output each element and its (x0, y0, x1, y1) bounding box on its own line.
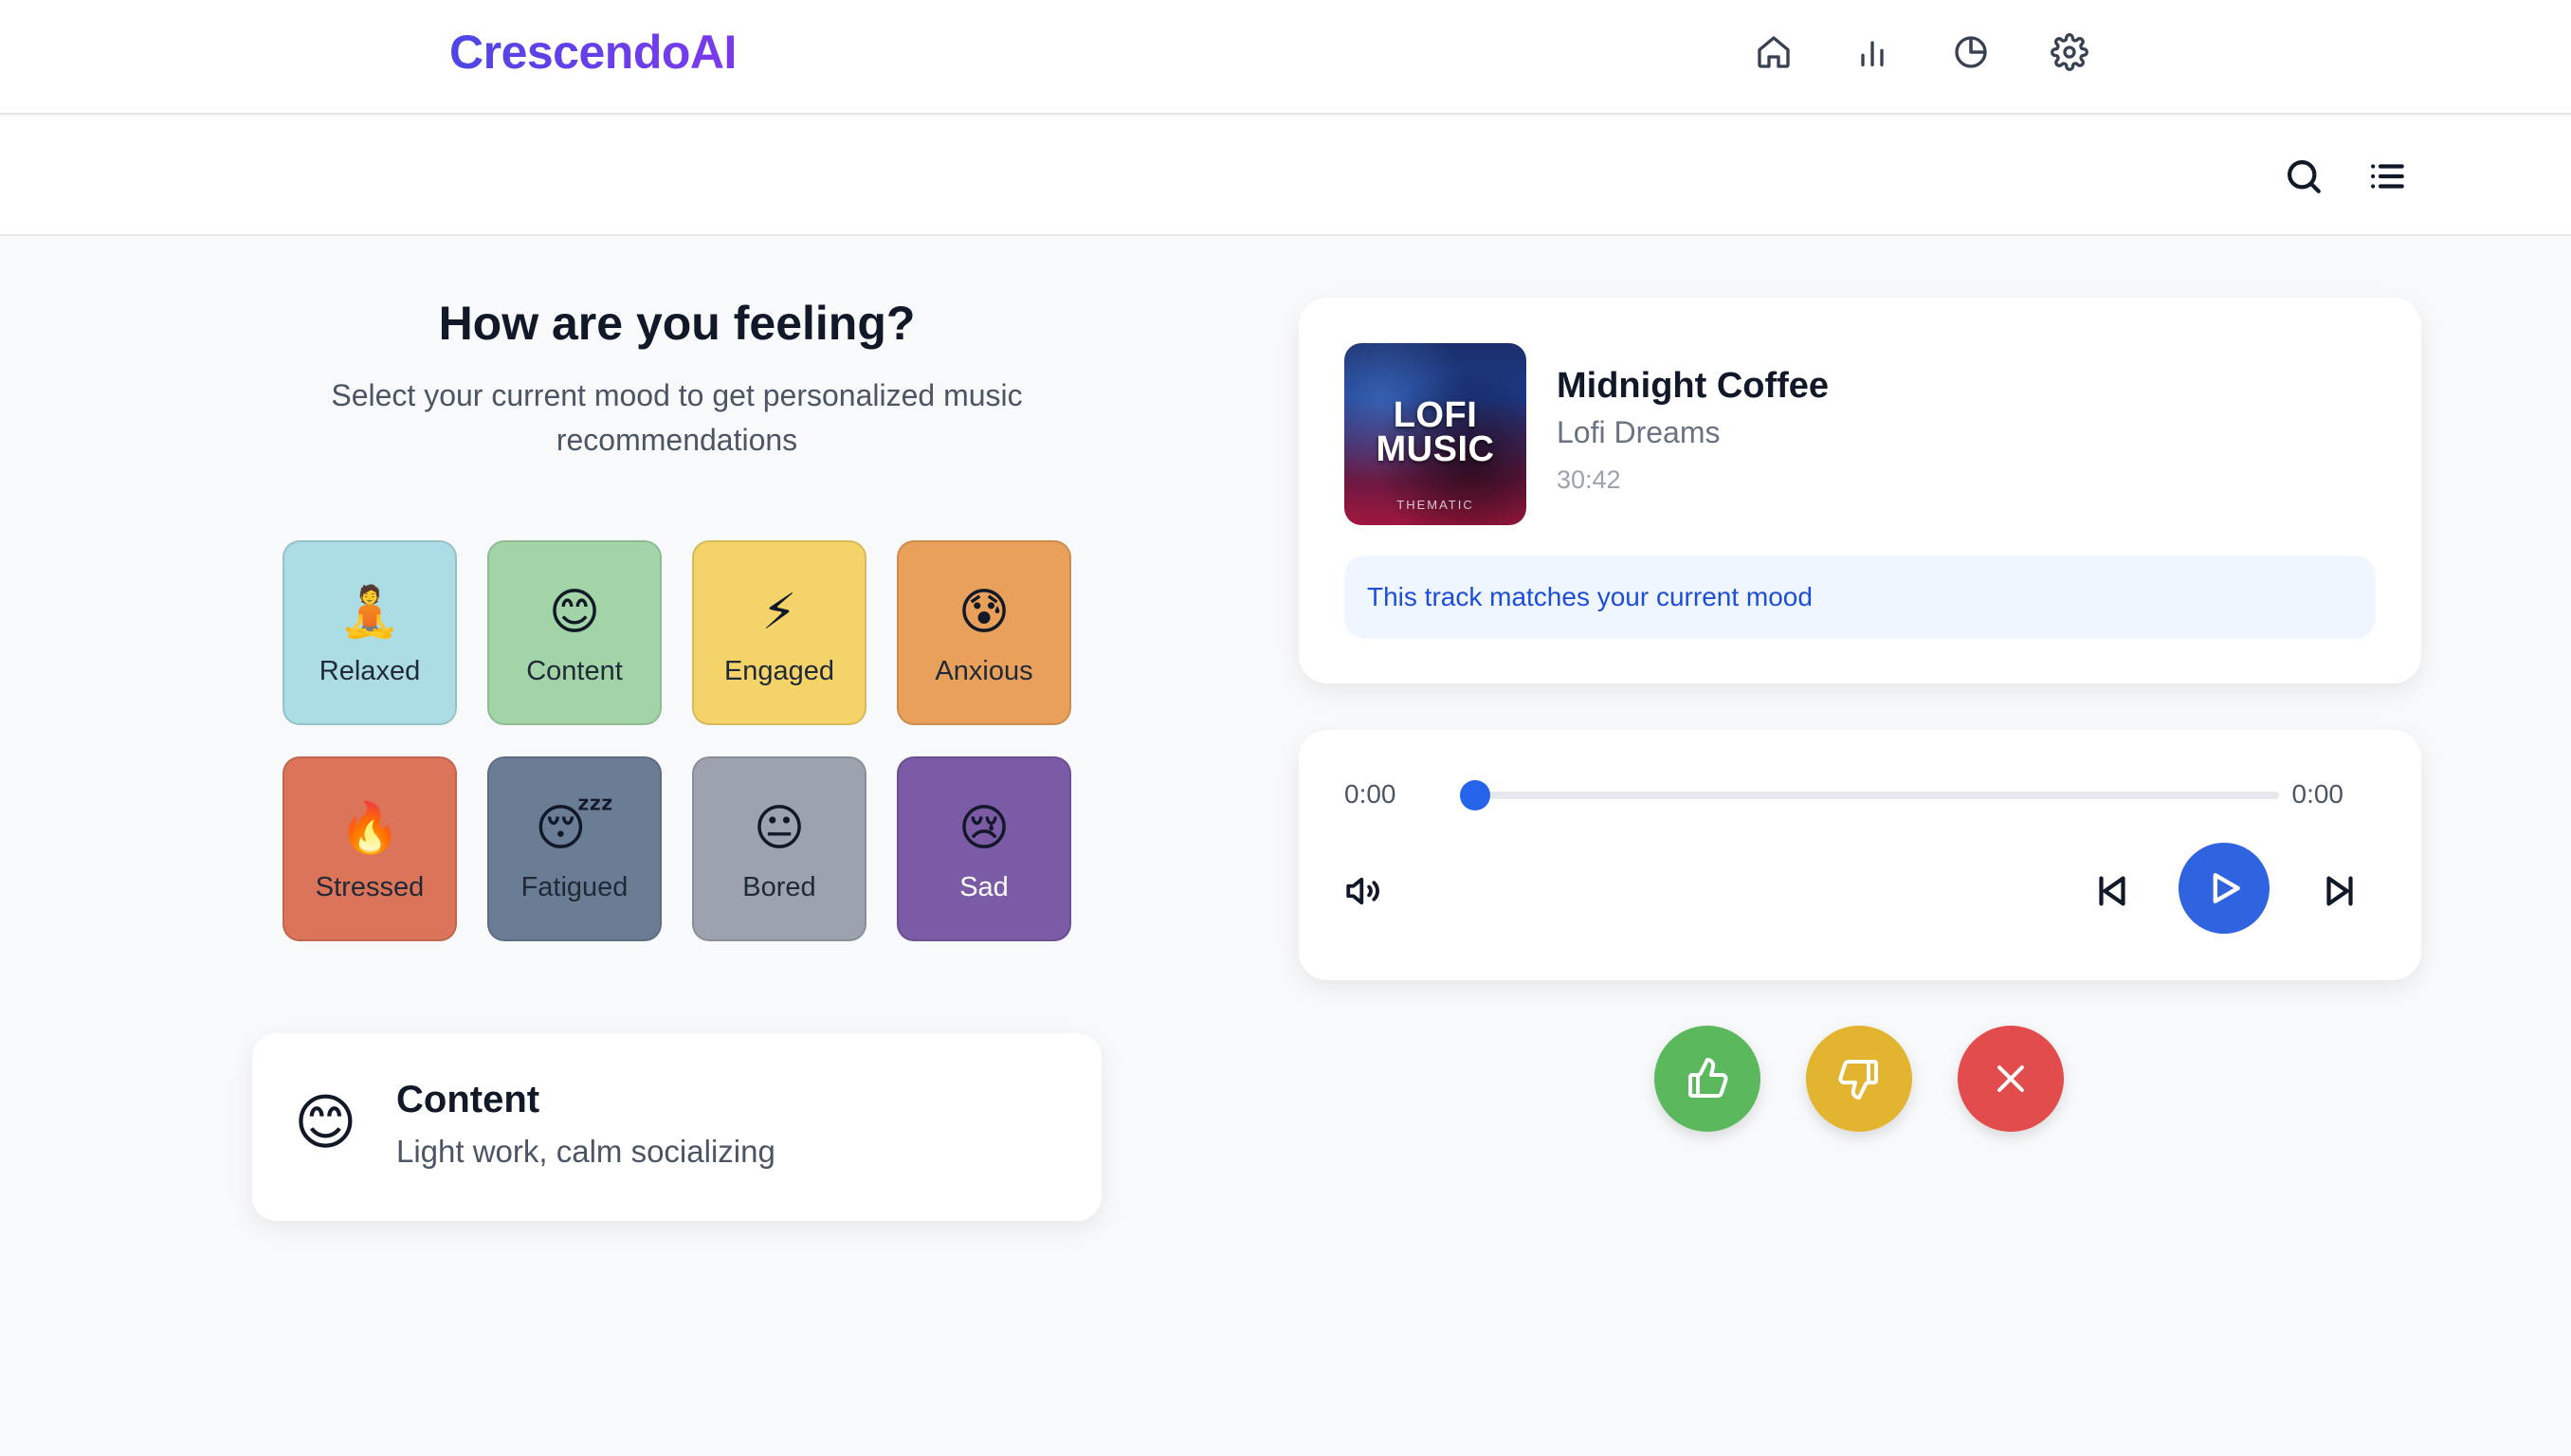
next-track-button[interactable] (2313, 864, 2366, 918)
top-nav-bar: CrescendoAI (0, 0, 2571, 115)
mood-tile-relaxed[interactable]: 🧘 Relaxed (283, 540, 457, 725)
track-artist: Lofi Dreams (1557, 415, 1721, 449)
mood-label: Fatigued (520, 872, 629, 902)
mood-tile-fatigued[interactable]: 😴 Fatigued (487, 756, 662, 941)
player-controls-card: 0:00 0:00 (1299, 730, 2421, 980)
crying-face-icon: 😢 (957, 800, 1011, 857)
nav-home-button[interactable] (1750, 28, 1797, 76)
gear-icon (2051, 33, 2088, 71)
meditation-icon: 🧘 (338, 584, 401, 641)
mood-tile-bored[interactable]: 😐 Bored (692, 756, 866, 941)
thumbs-up-icon (1688, 1057, 1728, 1098)
smile-icon: 😊 (294, 1088, 357, 1158)
nav-settings-button[interactable] (2046, 28, 2093, 76)
total-time: 0:00 (2291, 779, 2344, 809)
now-playing-card: LOFI MUSIC THEMATIC Midnight Coffee Lofi… (1299, 298, 2421, 683)
album-cover: LOFI MUSIC THEMATIC (1344, 343, 1526, 525)
search-icon (2288, 160, 2321, 193)
current-mood-description: Light work, calm socializing (396, 1134, 775, 1169)
volume-button[interactable] (1337, 864, 1390, 918)
secondary-toolbar (0, 117, 2571, 236)
dislike-button[interactable] (1806, 1026, 1912, 1132)
anxious-face-icon: 😰 (957, 584, 1011, 641)
progress-thumb[interactable] (1460, 780, 1490, 810)
mood-label: Relaxed (319, 656, 421, 686)
mood-tile-anxious[interactable]: 😰 Anxious (897, 540, 1071, 725)
skip-forward-icon (2326, 876, 2353, 906)
skip-back-icon (2099, 876, 2125, 906)
mood-label: Anxious (935, 656, 1033, 686)
play-button[interactable] (2179, 843, 2270, 934)
mood-match-text: This track matches your current mood (1367, 582, 1813, 611)
mood-label: Stressed (315, 872, 425, 902)
current-mood-title: Content (396, 1079, 540, 1120)
mood-tile-stressed[interactable]: 🔥 Stressed (283, 756, 457, 941)
app-logo[interactable]: CrescendoAI (449, 25, 737, 80)
lightning-icon: ⚡ (761, 584, 797, 641)
previous-track-button[interactable] (2086, 864, 2139, 918)
mood-label: Engaged (723, 656, 835, 686)
neutral-face-icon: 😐 (753, 800, 806, 857)
home-icon (1758, 36, 1790, 68)
cover-brand: THEMATIC (1396, 498, 1474, 512)
mood-grid: 🧘 Relaxed 😊 Content ⚡ Engaged 😰 Anxious … (283, 540, 1071, 941)
close-icon (1997, 1065, 2024, 1092)
fire-icon: 🔥 (338, 800, 401, 857)
track-title: Midnight Coffee (1557, 366, 1830, 406)
progress-slider[interactable] (1460, 780, 2279, 810)
list-icon (2371, 164, 2404, 189)
current-mood-card: 😊 Content Light work, calm socializing (252, 1033, 1102, 1221)
queue-list-button[interactable] (2363, 153, 2411, 200)
mood-prompt-title: How are you feeling? (438, 297, 916, 350)
dismiss-track-button[interactable] (1958, 1026, 2064, 1132)
thumbs-down-icon (1838, 1060, 1878, 1101)
mood-tile-engaged[interactable]: ⚡ Engaged (692, 540, 866, 725)
mood-label: Bored (742, 872, 816, 902)
like-button[interactable] (1654, 1026, 1760, 1132)
smile-icon: 😊 (548, 584, 601, 641)
nav-insights-button[interactable] (1947, 28, 1995, 76)
track-duration: 30:42 (1557, 465, 1621, 494)
bar-chart-icon (1861, 41, 1884, 67)
nav-stats-button[interactable] (1849, 28, 1896, 76)
mood-tile-sad[interactable]: 😢 Sad (897, 756, 1071, 941)
mood-label: Sad (959, 872, 1009, 902)
play-icon (2213, 873, 2240, 903)
cover-title: LOFI MUSIC (1376, 395, 1495, 469)
mood-label: Content (526, 656, 623, 686)
mood-match-banner: This track matches your current mood (1344, 555, 2376, 639)
current-time: 0:00 (1344, 779, 1396, 809)
pie-chart-icon (1955, 36, 1987, 68)
mood-prompt-subtitle: Select your current mood to get personal… (331, 378, 1023, 457)
sleeping-face-icon: 😴 (535, 800, 614, 857)
mood-tile-content[interactable]: 😊 Content (487, 540, 662, 725)
volume-icon (1346, 877, 1379, 905)
search-button[interactable] (2280, 153, 2327, 200)
